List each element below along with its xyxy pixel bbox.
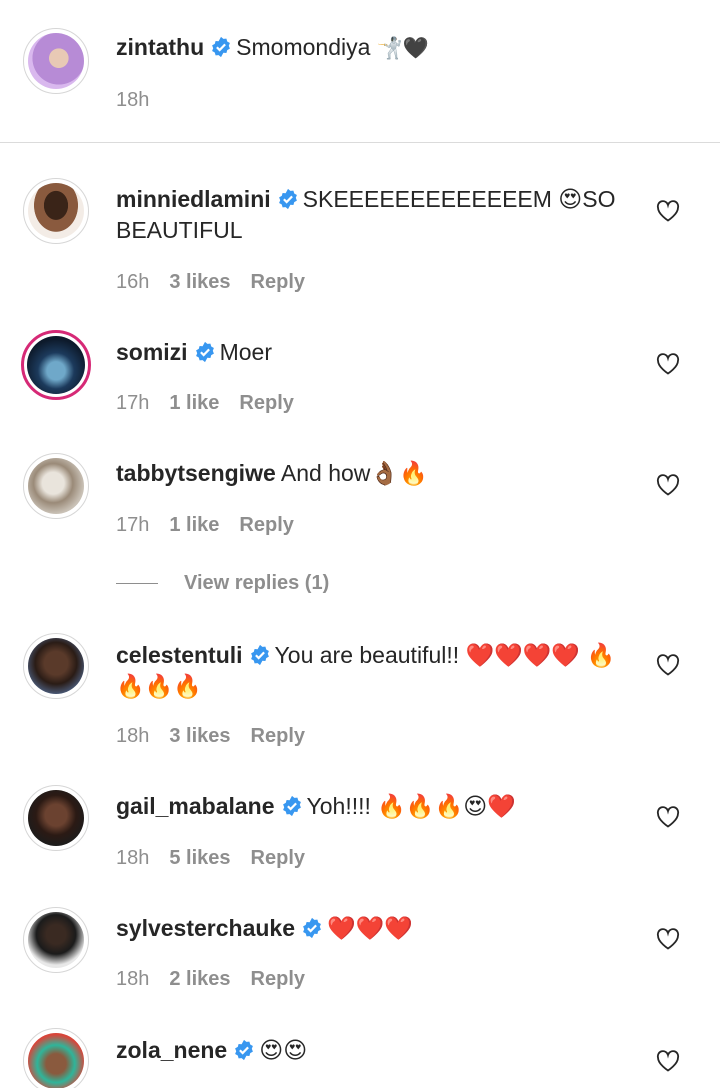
avatar[interactable]: [23, 907, 89, 973]
comment-meta: 17h 1 like Reply: [116, 392, 294, 415]
username[interactable]: celestentuli: [116, 642, 243, 668]
timestamp: 17h: [116, 392, 150, 414]
like-heart-icon[interactable]: [656, 1050, 680, 1072]
reply-button[interactable]: Reply: [251, 271, 305, 293]
like-heart-icon[interactable]: [656, 806, 680, 828]
timestamp: 16h: [116, 271, 150, 293]
comment: sylvesterchauke ❤️❤️❤️: [116, 913, 616, 944]
verified-badge-icon: [195, 341, 214, 363]
avatar[interactable]: [23, 28, 89, 94]
reply-button[interactable]: Reply: [251, 968, 305, 990]
avatar[interactable]: [23, 785, 89, 851]
caption-meta: 18h: [116, 89, 169, 112]
comment-text: 😍😍: [259, 1037, 308, 1063]
reply-button[interactable]: Reply: [251, 847, 305, 869]
caption-text: Smomondiya: [236, 34, 371, 60]
comment: gail_mabalane Yoh!!!! 🔥🔥🔥😍❤️: [116, 791, 616, 822]
likes-count[interactable]: 3 likes: [169, 271, 230, 293]
likes-count[interactable]: 1 like: [169, 514, 219, 536]
comment: celestentuli You are beautiful!! ❤️❤️❤️❤️…: [116, 640, 616, 702]
timestamp: 18h: [116, 89, 150, 111]
avatar[interactable]: [21, 330, 91, 400]
comment-meta: 18h 2 likes Reply: [116, 968, 305, 991]
comment-text: ❤️❤️❤️: [327, 915, 413, 941]
comment-text: Moer: [219, 339, 272, 365]
username[interactable]: gail_mabalane: [116, 793, 275, 819]
timestamp: 18h: [116, 847, 150, 869]
like-heart-icon[interactable]: [656, 474, 680, 496]
verified-badge-icon: [250, 644, 269, 666]
like-heart-icon[interactable]: [656, 200, 680, 222]
avatar[interactable]: [23, 1028, 89, 1088]
avatar[interactable]: [23, 178, 89, 244]
comment-meta: 18h 3 likes Reply: [116, 725, 305, 748]
likes-count[interactable]: 5 likes: [169, 847, 230, 869]
view-replies-button[interactable]: View replies (1): [116, 572, 329, 595]
reply-button[interactable]: Reply: [239, 392, 293, 414]
likes-count[interactable]: 2 likes: [169, 968, 230, 990]
reply-button[interactable]: Reply: [239, 514, 293, 536]
reply-button[interactable]: Reply: [251, 725, 305, 747]
verified-badge-icon: [212, 36, 231, 58]
verified-badge-icon: [235, 1039, 254, 1061]
comment-meta: 17h 1 like Reply: [116, 514, 294, 537]
username[interactable]: zintathu: [116, 34, 204, 60]
timestamp: 18h: [116, 725, 150, 747]
verified-badge-icon: [278, 188, 297, 210]
like-heart-icon[interactable]: [656, 928, 680, 950]
username[interactable]: minniedlamini: [116, 186, 271, 212]
likes-count[interactable]: 1 like: [169, 392, 219, 414]
view-replies-label: View replies (1): [184, 572, 330, 594]
verified-badge-icon: [303, 917, 321, 939]
username[interactable]: zola_nene: [116, 1037, 227, 1063]
likes-count[interactable]: 3 likes: [169, 725, 230, 747]
comment-meta: 16h 3 likes Reply: [116, 271, 305, 294]
verified-badge-icon: [282, 795, 301, 817]
divider: [116, 583, 158, 585]
avatar[interactable]: [23, 453, 89, 519]
comment: somizi Moer: [116, 337, 616, 368]
username[interactable]: tabbytsengiwe: [116, 460, 276, 486]
caption-emoji: 🤺🖤: [376, 36, 430, 60]
post-caption: zintathu Smomondiya 🤺🖤 18h: [0, 0, 720, 143]
like-heart-icon[interactable]: [656, 353, 680, 375]
username[interactable]: somizi: [116, 339, 188, 365]
like-heart-icon[interactable]: [656, 654, 680, 676]
comment-text: And how👌🏾🔥: [280, 460, 428, 486]
comment: zola_nene 😍😍: [116, 1035, 616, 1066]
timestamp: 17h: [116, 514, 150, 536]
comment: minniedlamini SKEEEEEEEEEEEEEM 😍SO BEAUTI…: [116, 184, 616, 246]
timestamp: 18h: [116, 968, 150, 990]
username[interactable]: sylvesterchauke: [116, 915, 295, 941]
comment: tabbytsengiwe And how👌🏾🔥: [116, 458, 616, 489]
comment-meta: 18h 5 likes Reply: [116, 847, 305, 870]
comment-text: Yoh!!!! 🔥🔥🔥😍❤️: [306, 793, 516, 819]
avatar[interactable]: [23, 633, 89, 699]
